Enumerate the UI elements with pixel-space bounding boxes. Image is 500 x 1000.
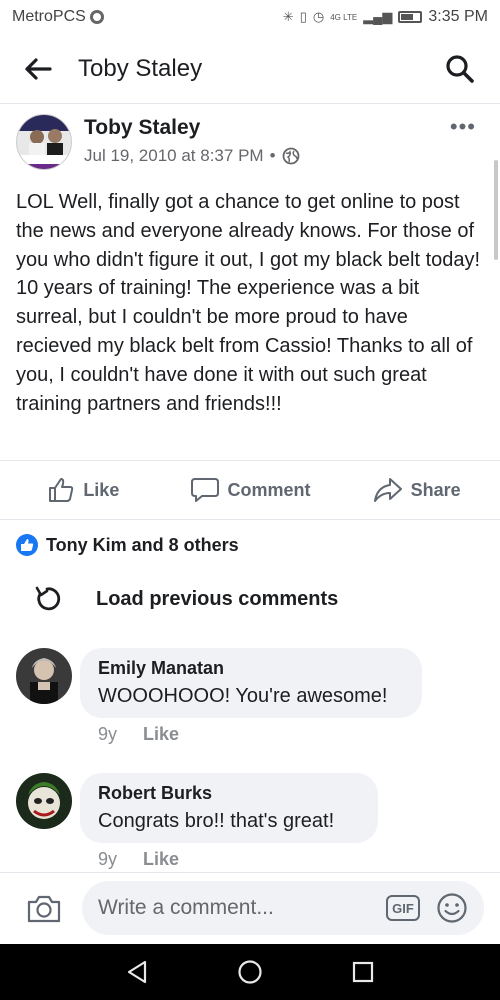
vibrate-icon: ▯ xyxy=(299,9,307,24)
commenter-name[interactable]: Robert Burks xyxy=(98,783,360,804)
emoji-icon[interactable] xyxy=(436,892,468,924)
commenter-avatar[interactable] xyxy=(16,648,72,704)
comment-meta: 9y Like xyxy=(98,724,179,745)
nav-recents-button[interactable] xyxy=(343,952,383,992)
comment-like-button[interactable]: Like xyxy=(143,849,179,870)
author-avatar[interactable] xyxy=(16,114,72,170)
arrow-left-icon xyxy=(25,57,52,80)
refresh-icon xyxy=(30,582,64,616)
thumbs-up-icon xyxy=(49,478,74,502)
like-label: Like xyxy=(83,479,120,500)
app-header: Toby Staley xyxy=(0,34,500,104)
square-recents-icon xyxy=(353,961,374,983)
nav-back-button[interactable] xyxy=(117,952,157,992)
status-time: 3:35 PM xyxy=(428,8,488,25)
comment-input-placeholder: Write a comment... xyxy=(98,896,274,919)
post-timestamp[interactable]: Jul 19, 2010 at 8:37 PM xyxy=(84,146,264,166)
comment-button[interactable]: Comment xyxy=(167,476,334,504)
comment-composer: Write a comment... GIF xyxy=(0,872,500,944)
comment-text: WOOOHOOO! You're awesome! xyxy=(98,685,388,707)
carrier: MetroPCS xyxy=(12,8,104,26)
share-button[interactable]: Share xyxy=(333,476,500,504)
comment-like-button[interactable]: Like xyxy=(143,724,179,745)
alarm-icon: ◷ xyxy=(312,9,325,24)
status-icons: ✳ ▯ ◷ 4G LTE ▂▄▆ 3:35 PM xyxy=(283,8,488,26)
nav-home-button[interactable] xyxy=(230,952,270,992)
carrier-logo-icon xyxy=(89,10,104,24)
comment-icon xyxy=(190,478,219,502)
gif-button[interactable]: GIF xyxy=(386,895,420,921)
comment-time: 9y xyxy=(98,849,118,869)
post-text: LOL Well, finally got a chance to get on… xyxy=(16,191,481,415)
load-previous-label: Load previous comments xyxy=(96,587,339,610)
meta-separator: • xyxy=(269,146,276,165)
post-author-name[interactable]: Toby Staley xyxy=(84,116,200,140)
share-icon xyxy=(373,478,402,502)
page-title: Toby Staley xyxy=(78,54,203,82)
avatar-image xyxy=(17,115,71,169)
like-reaction-icon xyxy=(16,534,38,556)
search-button[interactable] xyxy=(430,34,490,104)
status-bar: MetroPCS ✳ ▯ ◷ 4G LTE ▂▄▆ 3:35 PM xyxy=(0,0,500,34)
post-meta: Jul 19, 2010 at 8:37 PM • xyxy=(84,146,300,166)
comment-input[interactable]: Write a comment... GIF xyxy=(82,881,484,935)
commenter-name[interactable]: Emily Manatan xyxy=(98,658,404,679)
comment-time: 9y xyxy=(98,724,118,744)
commenter-avatar[interactable] xyxy=(16,773,72,829)
like-button[interactable]: Like xyxy=(0,476,167,504)
share-label: Share xyxy=(410,479,461,500)
scrollbar[interactable] xyxy=(494,160,498,260)
camera-icon xyxy=(27,895,61,922)
camera-button[interactable] xyxy=(14,879,74,939)
load-previous-comments[interactable]: Load previous comments xyxy=(30,582,338,616)
network-type: 4G LTE xyxy=(330,12,358,22)
comment-label: Comment xyxy=(227,479,311,500)
globe-icon xyxy=(282,147,299,165)
post-actions: Like Comment Share xyxy=(0,460,500,520)
back-button[interactable] xyxy=(8,34,68,104)
bluetooth-icon: ✳ xyxy=(282,9,294,24)
circle-home-icon xyxy=(238,960,262,984)
system-nav-bar xyxy=(0,944,500,1000)
post-header: Toby Staley Jul 19, 2010 at 8:37 PM • ••… xyxy=(0,108,500,178)
comment-bubble[interactable]: Robert Burks Congrats bro!! that's great… xyxy=(80,773,378,843)
carrier-name: MetroPCS xyxy=(12,8,86,25)
battery-icon xyxy=(398,11,423,23)
post-more-button[interactable]: ••• xyxy=(450,114,476,140)
signal-icon: ▂▄▆ xyxy=(363,9,393,24)
comment-bubble[interactable]: Emily Manatan WOOOHOOO! You're awesome! xyxy=(80,648,422,718)
triangle-back-icon xyxy=(127,960,146,984)
reactions-label: Tony Kim and 8 others xyxy=(46,534,239,555)
comment-text: Congrats bro!! that's great! xyxy=(98,810,335,832)
reactions-summary[interactable]: Tony Kim and 8 others xyxy=(16,534,239,556)
search-icon xyxy=(446,54,474,83)
comment-meta: 9y Like xyxy=(98,849,179,870)
